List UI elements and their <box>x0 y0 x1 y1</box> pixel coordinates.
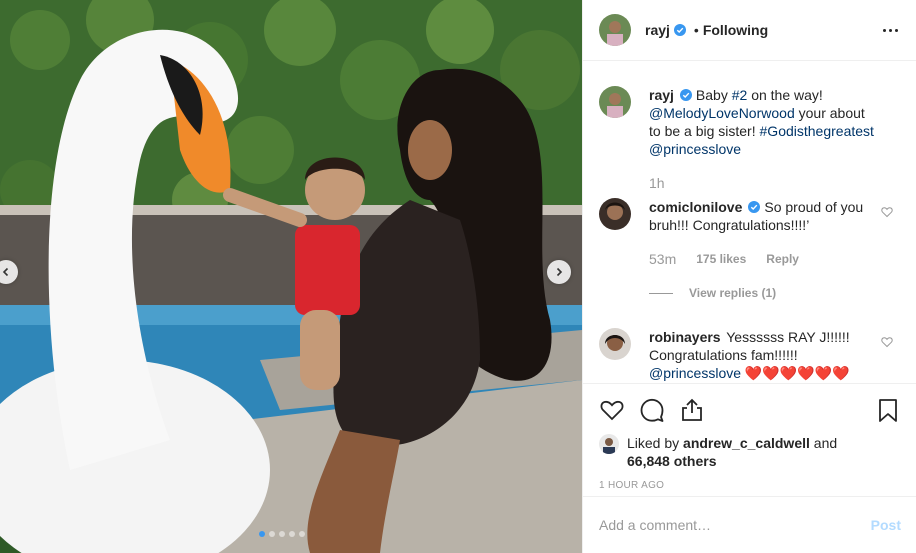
chevron-right-icon <box>556 267 563 277</box>
liked-by-conj: and <box>813 435 838 451</box>
liked-by-user[interactable]: andrew_c_caldwell <box>683 435 810 451</box>
comment-input[interactable] <box>599 517 871 533</box>
like-comment-heart-icon[interactable] <box>881 206 893 218</box>
comment-item: robinayers Yessssss RAY J!!!!!! Congratu… <box>599 328 899 382</box>
following-button[interactable]: Following <box>703 22 768 38</box>
view-replies-label: View replies (1) <box>689 286 777 300</box>
heart-emojis: ❤️❤️❤️❤️❤️❤️ <box>744 365 850 381</box>
verified-badge-icon <box>748 201 761 213</box>
hashtag-link[interactable]: #2 <box>732 87 748 103</box>
caption-text: rayj Baby #2 on the way! @MelodyLoveNorwo… <box>649 86 877 158</box>
liked-by: Liked by andrew_c_caldwell and 66,848 ot… <box>599 434 901 470</box>
comment-likes[interactable]: 175 likes <box>696 250 746 268</box>
post-photo[interactable] <box>0 0 582 553</box>
post-comment-button[interactable]: Post <box>871 517 901 533</box>
commenter-username[interactable]: comiclonilove <box>649 199 742 215</box>
mention-link[interactable]: @MelodyLoveNorwood <box>649 105 795 121</box>
liked-by-prefix: Liked by <box>627 435 680 451</box>
post-timestamp[interactable]: 1 HOUR AGO <box>599 480 901 491</box>
caption-part: Baby <box>695 87 728 103</box>
carousel-dot-2 <box>269 531 275 537</box>
carousel-dot-3 <box>279 531 285 537</box>
caption-time[interactable]: 1h <box>649 174 665 192</box>
bookmark-icon[interactable] <box>875 397 901 423</box>
author-username[interactable]: rayj <box>645 22 670 38</box>
share-icon[interactable] <box>679 397 705 423</box>
carousel-indicator <box>259 531 305 537</box>
comment-text: robinayers Yessssss RAY J!!!!!! Congratu… <box>649 328 877 382</box>
mention-link[interactable]: @princesslove <box>649 141 741 157</box>
post-side-panel: rayj • Following rayj Baby #2 on the way!… <box>582 0 916 553</box>
photo-scene <box>0 0 582 553</box>
comment-icon[interactable] <box>639 397 665 423</box>
commenter-avatar[interactable] <box>599 328 631 360</box>
view-replies-button[interactable]: View replies (1) <box>649 284 877 302</box>
caption: rayj Baby #2 on the way! @MelodyLoveNorwo… <box>599 86 899 192</box>
verified-badge-icon <box>673 24 686 36</box>
post-header: rayj • Following <box>583 0 916 61</box>
comment-text: comiclonilove So proud of you bruh!!! Con… <box>649 198 877 234</box>
carousel-dot-4 <box>289 531 295 537</box>
separator-bullet: • <box>693 22 699 38</box>
add-comment-bar: Post <box>583 496 916 553</box>
comment-time[interactable]: 53m <box>649 250 676 268</box>
author-avatar[interactable] <box>599 14 631 46</box>
caption-username[interactable]: rayj <box>649 87 674 103</box>
heart-icon[interactable] <box>599 397 625 423</box>
carousel-dot-1 <box>259 531 265 537</box>
post-actions: Liked by andrew_c_caldwell and 66,848 ot… <box>583 383 916 491</box>
carousel-dot-5 <box>299 531 305 537</box>
mention-link[interactable]: @princesslove <box>649 365 741 381</box>
caption-avatar[interactable] <box>599 86 631 118</box>
verified-badge-icon <box>679 89 692 101</box>
replies-divider <box>649 292 673 294</box>
liker-avatar[interactable] <box>599 434 619 454</box>
likes-count[interactable]: 66,848 others <box>627 453 717 469</box>
next-slide-button[interactable] <box>547 260 571 284</box>
hashtag-link[interactable]: #Godisthegreatest <box>760 123 874 139</box>
commenter-username[interactable]: robinayers <box>649 329 721 345</box>
reply-button[interactable]: Reply <box>766 250 799 268</box>
more-options-icon[interactable] <box>880 20 900 40</box>
commenter-avatar[interactable] <box>599 198 631 230</box>
like-comment-heart-icon[interactable] <box>881 336 893 348</box>
comments-list: rayj Baby #2 on the way! @MelodyLoveNorwo… <box>599 86 899 382</box>
comment-item: comiclonilove So proud of you bruh!!! Con… <box>599 198 899 302</box>
chevron-left-icon <box>2 267 9 277</box>
caption-part: on the way! <box>751 87 823 103</box>
